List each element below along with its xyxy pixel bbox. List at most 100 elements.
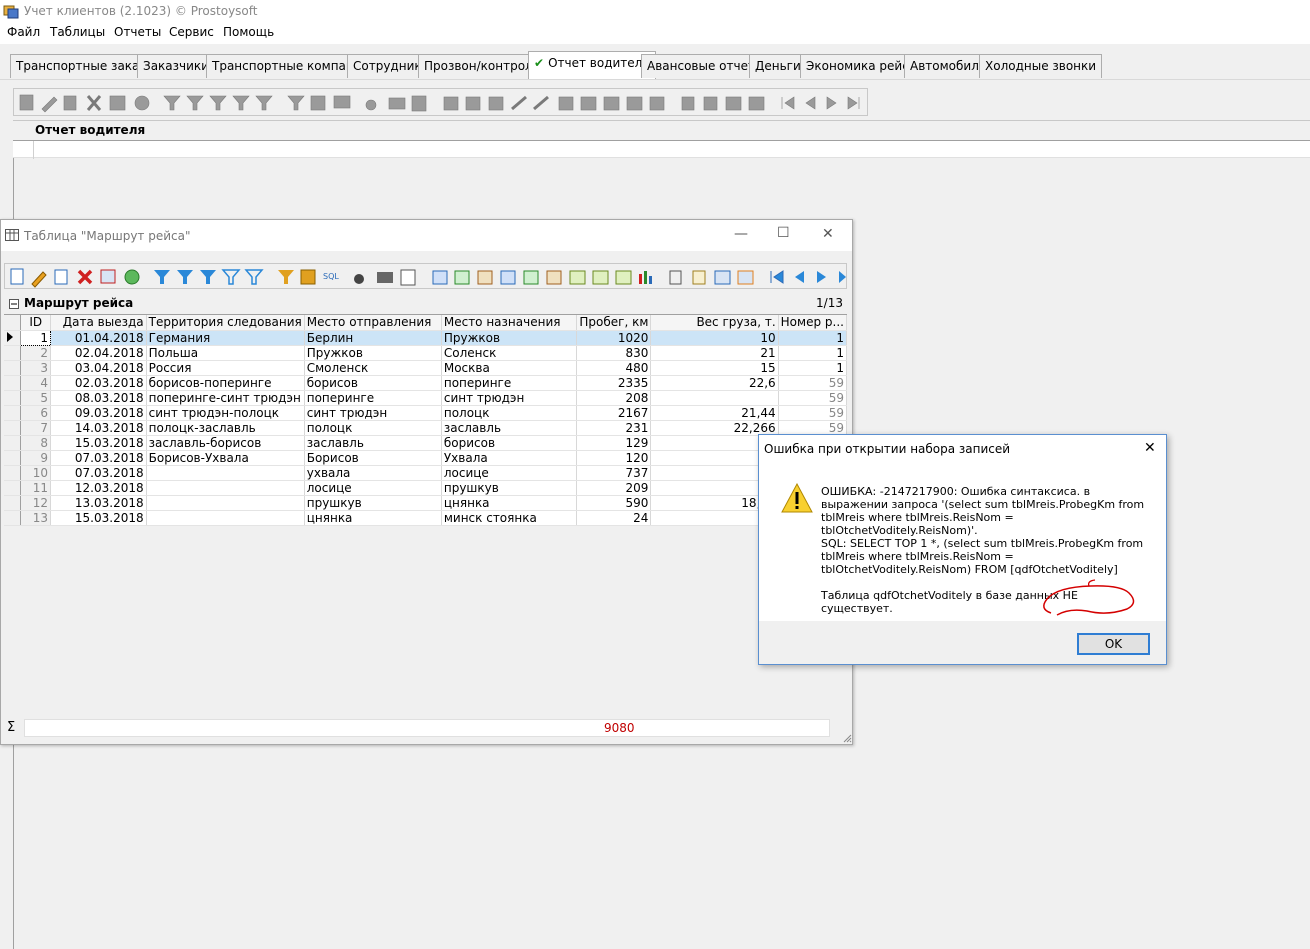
cell-territory[interactable]: синт трюдэн-полоцк: [146, 405, 305, 421]
cell-date[interactable]: 15.03.2018: [50, 435, 147, 451]
cell-mileage[interactable]: 2167: [576, 405, 652, 421]
cell-departure[interactable]: Пружков: [304, 345, 442, 361]
report-grid-row[interactable]: [13, 140, 1310, 159]
row-indicator[interactable]: [4, 390, 22, 406]
table-row[interactable]: 6 09.03.2018 синт трюдэн-полоцк синт трюдэн…: [4, 405, 848, 421]
cell-weight[interactable]: 22,266: [650, 420, 779, 436]
cell-mileage[interactable]: 120: [576, 450, 652, 466]
col-mileage[interactable]: Пробег, км: [576, 315, 652, 331]
menu-file[interactable]: Файл: [7, 25, 40, 39]
cell-date[interactable]: 15.03.2018: [50, 510, 147, 526]
col-weight[interactable]: Вес груза, т.: [650, 315, 779, 331]
menu-service[interactable]: Сервис: [169, 25, 214, 39]
cell-date[interactable]: 03.04.2018: [50, 360, 147, 376]
cell-departure[interactable]: Берлин: [304, 330, 442, 346]
row-indicator[interactable]: [4, 375, 22, 391]
menu-reports[interactable]: Отчеты: [114, 25, 161, 39]
table-row[interactable]: 4 02.03.2018 борисов-поперинге борисов попер…: [4, 375, 848, 391]
table-row[interactable]: 1007.03.2018ухвалалосице7372: [4, 465, 848, 481]
cell-trip-number[interactable]: 1: [778, 360, 848, 376]
cell-destination[interactable]: Соленск: [441, 345, 578, 361]
cell-trip-number[interactable]: 1: [778, 345, 848, 361]
cell-id[interactable]: 5: [20, 390, 52, 406]
cell-territory[interactable]: поперинге-синт трюдэн: [146, 390, 305, 406]
ok-button[interactable]: OK: [1077, 633, 1150, 655]
tab-cold-calls[interactable]: Холодные звонки: [979, 54, 1103, 78]
cell-trip-number[interactable]: 59: [778, 390, 848, 406]
cell-trip-number[interactable]: 1: [778, 330, 848, 346]
cell-weight[interactable]: [650, 390, 779, 406]
table-row[interactable]: 5 08.03.2018 поперинге-синт трюдэн поперинг…: [4, 390, 848, 406]
col-date[interactable]: Дата выезда: [50, 315, 147, 331]
row-indicator[interactable]: [4, 345, 22, 361]
table-row[interactable]: 7 14.03.2018 полоцк-заславль полоцк заславль…: [4, 420, 848, 436]
cell-mileage[interactable]: 129: [576, 435, 652, 451]
cell-date[interactable]: 13.03.2018: [50, 495, 147, 511]
cell-weight[interactable]: 10: [650, 330, 779, 346]
cell-weight[interactable]: 22,6: [650, 375, 779, 391]
table-row[interactable]: 1213.03.2018прушкувцнянка59018,98: [4, 495, 848, 511]
cell-destination[interactable]: поперинге: [441, 375, 578, 391]
cell-id[interactable]: 12: [20, 495, 52, 511]
cell-id[interactable]: 9: [20, 450, 52, 466]
cell-date[interactable]: 09.03.2018: [50, 405, 147, 421]
cell-date[interactable]: 07.03.2018: [50, 450, 147, 466]
cell-territory[interactable]: Борисов-Ухвала: [146, 450, 305, 466]
table-row[interactable]: 11 12.03.2018 лосице прушкув 209: [4, 480, 848, 496]
maximize-button[interactable]: ☐: [777, 225, 790, 241]
cell-mileage[interactable]: 590: [576, 495, 652, 511]
cell-territory[interactable]: [146, 465, 305, 481]
table-row[interactable]: 3 03.04.2018 Россия Смоленск Москва 480 15 1: [4, 360, 848, 376]
cell-departure[interactable]: синт трюдэн: [304, 405, 442, 421]
cell-destination[interactable]: Ухвала: [441, 450, 578, 466]
cell-trip-number[interactable]: 59: [778, 375, 848, 391]
cell-territory[interactable]: заславль-борисов: [146, 435, 305, 451]
cell-destination[interactable]: Москва: [441, 360, 578, 376]
cell-mileage[interactable]: 2335: [576, 375, 652, 391]
table-row[interactable]: 2 02.04.2018 Польша Пружков Соленск 830 21 1: [4, 345, 848, 361]
tab-calls-control[interactable]: Прозвон/контроль: [418, 54, 546, 78]
menu-help[interactable]: Помощь: [223, 25, 274, 39]
cell-departure[interactable]: цнянка: [304, 510, 442, 526]
tab-customers[interactable]: Заказчики: [137, 54, 215, 78]
cell-date[interactable]: 02.03.2018: [50, 375, 147, 391]
current-row-arrow-icon[interactable]: [4, 330, 22, 346]
table-row[interactable]: 13 15.03.2018 цнянка минск стоянка 24: [4, 510, 848, 526]
cell-date[interactable]: 07.03.2018: [50, 465, 147, 481]
row-indicator[interactable]: [4, 405, 22, 421]
row-indicator[interactable]: [4, 450, 22, 466]
cell-id[interactable]: 7: [20, 420, 52, 436]
cell-mileage[interactable]: 208: [576, 390, 652, 406]
cell-weight[interactable]: 15: [650, 360, 779, 376]
cell-destination[interactable]: прушкув: [441, 480, 578, 496]
cell-id[interactable]: 4: [20, 375, 52, 391]
cell-date[interactable]: 01.04.2018: [50, 330, 147, 346]
dialog-close-button[interactable]: ✕: [1144, 440, 1156, 456]
cell-departure[interactable]: Борисов: [304, 450, 442, 466]
cell-weight[interactable]: 21,44: [650, 405, 779, 421]
cell-mileage[interactable]: 737: [576, 465, 652, 481]
cell-destination[interactable]: заславль: [441, 420, 578, 436]
cell-date[interactable]: 14.03.2018: [50, 420, 147, 436]
cell-mileage[interactable]: 209: [576, 480, 652, 496]
cell-territory[interactable]: [146, 480, 305, 496]
col-departure[interactable]: Место отправления: [304, 315, 442, 331]
cell-destination[interactable]: полоцк: [441, 405, 578, 421]
cell-destination[interactable]: лосице: [441, 465, 578, 481]
cell-id[interactable]: 6: [20, 405, 52, 421]
cell-territory[interactable]: полоцк-заславль: [146, 420, 305, 436]
cell-departure[interactable]: Смоленск: [304, 360, 442, 376]
cell-destination[interactable]: Пружков: [441, 330, 578, 346]
col-destination[interactable]: Место назначения: [441, 315, 578, 331]
cell-trip-number[interactable]: 59: [778, 420, 848, 436]
row-indicator[interactable]: [4, 360, 22, 376]
cell-territory[interactable]: [146, 510, 305, 526]
resize-grip-icon[interactable]: [843, 734, 852, 743]
cell-departure[interactable]: заславль: [304, 435, 442, 451]
cell-territory[interactable]: борисов-поперинге: [146, 375, 305, 391]
menu-tables[interactable]: Таблицы: [50, 25, 105, 39]
cell-date[interactable]: 02.04.2018: [50, 345, 147, 361]
cell-mileage[interactable]: 1020: [576, 330, 652, 346]
cell-territory[interactable]: [146, 495, 305, 511]
cell-mileage[interactable]: 231: [576, 420, 652, 436]
